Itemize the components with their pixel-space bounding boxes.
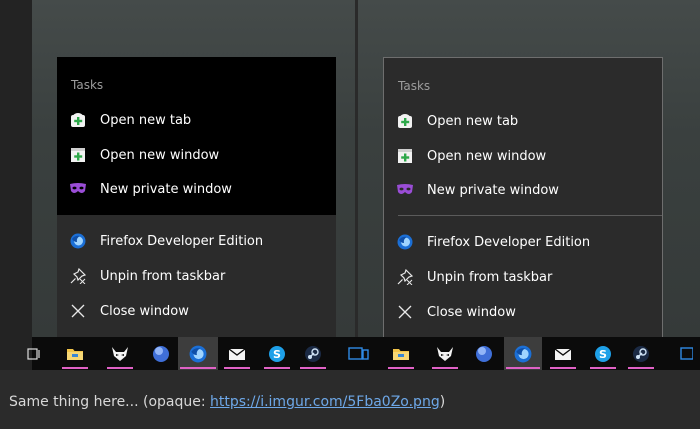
menu-item-label: Open new window [427,148,547,164]
firefox-dev-item[interactable]: Firefox Developer Edition [384,226,662,258]
steam-icon[interactable] [298,337,328,370]
caption-text: Same thing here... (opaque: [9,394,211,410]
task-view-icon[interactable] [344,337,374,370]
menu-item-label: New private window [427,182,559,198]
app-actions-section: Firefox Developer Edition Unpin from tas… [57,215,336,337]
caption-close: ) [439,394,446,410]
unpin-icon [69,267,87,285]
jump-list-right: Tasks Open new tab Open new window New p… [383,57,663,337]
close-window-item[interactable]: Close window [384,296,662,328]
new-private-window-item[interactable]: New private window [384,174,662,206]
running-indicator [224,367,250,369]
new-tab-icon [396,112,414,130]
mail-icon[interactable] [548,337,578,370]
tasks-section: Tasks Open new tab Open new window New p… [384,58,662,216]
open-new-tab-item[interactable]: Open new tab [384,105,662,137]
mask-app-icon[interactable] [105,337,135,370]
menu-item-label: Open new tab [100,112,192,128]
close-icon [396,303,414,321]
tasks-section: Tasks Open new tab Open new window New p… [57,57,336,215]
comment-text: Same thing here... (opaque: https://i.im… [9,394,445,410]
svg-text:S: S [273,348,281,361]
running-indicator [300,367,326,369]
running-indicator [432,367,458,369]
menu-item-label: Unpin from taskbar [100,268,226,284]
menu-item-label: Firefox Developer Edition [427,234,591,250]
running-indicator [264,367,290,369]
running-indicator [550,367,576,369]
unpin-icon [396,268,414,286]
running-indicator [388,367,414,369]
menu-item-label: Open new window [100,147,220,163]
menu-item-label: Open new tab [427,113,519,129]
running-indicator [107,367,133,369]
imgur-link[interactable]: https://i.imgur.com/5Fba0Zo.png [210,394,440,410]
running-indicator [506,367,540,369]
firefox-dev-taskbar-button[interactable] [504,337,542,370]
running-indicator [590,367,616,369]
new-window-icon [69,146,87,164]
browser-globe-icon[interactable] [469,337,499,370]
unpin-item[interactable]: Unpin from taskbar [57,260,336,292]
tasks-heading: Tasks [71,78,104,92]
mail-icon[interactable] [222,337,252,370]
close-icon [69,302,87,320]
running-indicator [180,367,216,369]
task-view-icon[interactable] [24,337,44,370]
menu-item-label: New private window [100,181,232,197]
file-explorer-icon[interactable] [60,337,90,370]
close-window-item[interactable]: Close window [57,295,336,327]
running-indicator [628,367,654,369]
menu-item-label: Close window [427,304,516,320]
browser-globe-icon[interactable] [146,337,176,370]
jump-list-left: Tasks Open new tab Open new window New p… [57,57,336,337]
app-actions-section: Firefox Developer Edition Unpin from tas… [384,216,662,338]
task-view-icon[interactable] [672,337,700,370]
private-mask-icon [396,181,414,199]
unpin-item[interactable]: Unpin from taskbar [384,261,662,293]
taskbar: S S [27,337,700,370]
private-mask-icon [69,180,87,198]
firefox-dev-icon [69,232,87,250]
mask-app-icon[interactable] [430,337,460,370]
steam-icon[interactable] [626,337,656,370]
open-new-window-item[interactable]: Open new window [384,140,662,172]
svg-text:S: S [599,348,607,361]
running-indicator [62,367,88,369]
screenshot-comparison: Tasks Open new tab Open new window New p… [0,0,700,370]
firefox-dev-item[interactable]: Firefox Developer Edition [57,225,336,257]
open-new-tab-item[interactable]: Open new tab [57,104,336,136]
skype-icon[interactable]: S [588,337,618,370]
file-explorer-icon[interactable] [386,337,416,370]
open-new-window-item[interactable]: Open new window [57,139,336,171]
new-private-window-item[interactable]: New private window [57,173,336,205]
menu-item-label: Firefox Developer Edition [100,233,264,249]
new-window-icon [396,147,414,165]
new-tab-icon [69,111,87,129]
menu-item-label: Unpin from taskbar [427,269,553,285]
skype-icon[interactable]: S [262,337,292,370]
tasks-heading: Tasks [398,79,431,93]
menu-item-label: Close window [100,303,189,319]
firefox-dev-taskbar-button[interactable] [178,337,218,370]
firefox-dev-icon [396,233,414,251]
